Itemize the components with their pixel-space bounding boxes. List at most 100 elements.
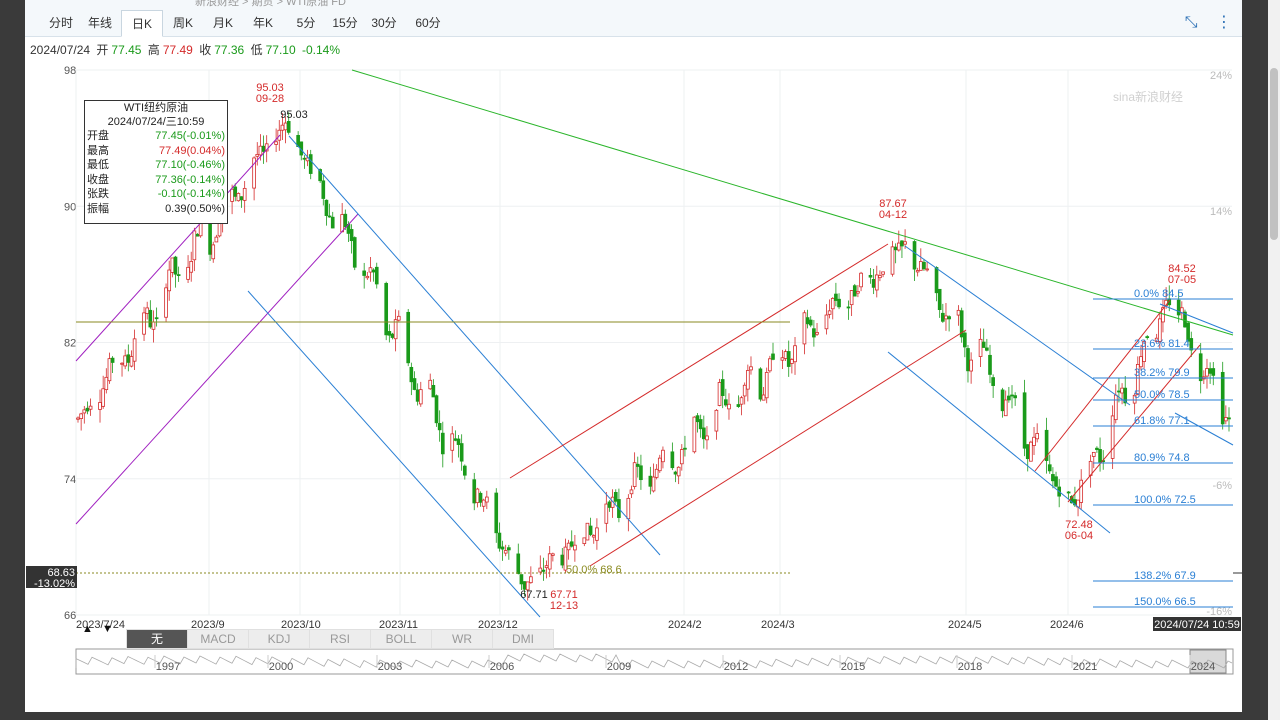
candle-body [475, 488, 480, 504]
candle-body [963, 332, 967, 348]
legend-value: 0.39(0.50%) [165, 202, 225, 215]
indicator-tab-4[interactable]: BOLL [370, 629, 432, 649]
candle-body [478, 492, 483, 503]
candle-body [632, 462, 637, 487]
candle-body [132, 338, 137, 362]
navigator-year-label: 2012 [724, 661, 748, 673]
candle-body [1029, 441, 1033, 462]
high-annotation-date: 09-28 [256, 93, 284, 105]
candle-body [459, 443, 464, 462]
candle-body [1003, 399, 1008, 417]
price-marker-pct: -13.02% [34, 578, 75, 590]
indicator-tab-3[interactable]: RSI [309, 629, 371, 649]
candle-body [192, 230, 197, 261]
channel-blue-lower [247, 290, 541, 618]
x-tick-label: 2024/6 [1050, 619, 1084, 631]
candle-body [390, 333, 395, 338]
candle-body [871, 279, 876, 288]
legend-title: WTI纽约原油 [123, 102, 189, 114]
candle-body [783, 351, 788, 359]
candle-body [749, 366, 753, 371]
candle-body [308, 154, 313, 174]
candle-body [673, 471, 678, 475]
candle-body [255, 154, 260, 157]
candle-body [186, 266, 190, 280]
candle-body [82, 409, 87, 414]
candle-body [1035, 433, 1039, 440]
channel-blue3-upper [1159, 303, 1234, 334]
candle-body [922, 261, 926, 270]
candle-body [1211, 368, 1216, 376]
candle-body [802, 312, 807, 345]
legend-value: 77.49(0.04%) [158, 144, 225, 157]
candle-body [793, 345, 797, 363]
candle-body [651, 476, 656, 492]
candle-body [173, 256, 178, 275]
candle-body [1120, 387, 1124, 394]
candle-body [915, 270, 920, 273]
candle-body [717, 382, 722, 406]
candle-body [940, 312, 945, 322]
navigator-year-label: 2003 [378, 661, 402, 673]
candle-body [739, 397, 744, 405]
indicator-tab-1[interactable]: MACD [187, 629, 249, 649]
indicator-tab-0[interactable]: 无 [126, 629, 188, 649]
candle-body [368, 267, 373, 273]
candle-body [1139, 356, 1143, 368]
legend-key: 张跌 [87, 188, 109, 200]
indicator-tab-6[interactable]: DMI [492, 629, 554, 649]
candle-body [214, 236, 219, 243]
candle-body [148, 309, 153, 328]
indicator-tab-2[interactable]: KDJ [248, 629, 310, 649]
candle-body [560, 554, 565, 566]
page-scrollbar[interactable] [1268, 0, 1280, 720]
candle-body [324, 199, 329, 216]
legend-value: 77.10(-0.46%) [155, 159, 225, 171]
legend-value: 77.36(-0.14%) [155, 173, 225, 186]
candle-body [154, 317, 159, 320]
candle-body [1032, 436, 1036, 446]
legend-key: 振幅 [87, 202, 109, 215]
candle-body [768, 358, 772, 372]
scroll-down-button[interactable]: ▼ [102, 623, 113, 635]
scrollbar-thumb[interactable] [1270, 68, 1278, 240]
fib-label: 0.0% 84.5 [1134, 288, 1184, 300]
candle-body [639, 465, 643, 481]
candle-body [387, 331, 392, 336]
scroll-up-button[interactable]: ▲ [82, 623, 93, 635]
navigator-frame [75, 648, 1234, 675]
candle-body [507, 547, 511, 551]
candle-body [365, 275, 370, 279]
candle-body [1047, 464, 1052, 472]
candle-body [1224, 417, 1228, 422]
candle-body [626, 497, 631, 520]
candle-body [503, 550, 508, 554]
candle-body [657, 457, 662, 472]
candle-body [450, 433, 455, 451]
candle-body [724, 399, 728, 406]
candle-body [966, 348, 970, 372]
pct-tick-label: 24% [1210, 70, 1232, 82]
pct-tick-label: 14% [1210, 206, 1232, 218]
candle-body [1113, 394, 1118, 421]
candle-body [834, 293, 838, 301]
candle-body [824, 314, 829, 330]
candle-body [384, 282, 389, 336]
candle-body [418, 389, 423, 405]
candle-body [1098, 449, 1102, 463]
candle-body [330, 216, 335, 229]
candle-body [679, 449, 684, 465]
candle-body [239, 196, 244, 201]
candle-body [591, 535, 596, 538]
legend-row: 最高 77.49(0.04%) [85, 144, 227, 159]
candle-body [286, 121, 291, 133]
x-tick-label: 2024/5 [948, 619, 982, 631]
fib-old-label: 50.0% 68.6 [566, 564, 622, 576]
candle-body [1095, 447, 1099, 450]
candle-body [978, 338, 983, 357]
candle-body [1176, 299, 1181, 316]
candle-body [538, 567, 543, 573]
candle-body [878, 275, 882, 279]
candle-body [551, 553, 555, 556]
indicator-tab-5[interactable]: WR [431, 629, 493, 649]
